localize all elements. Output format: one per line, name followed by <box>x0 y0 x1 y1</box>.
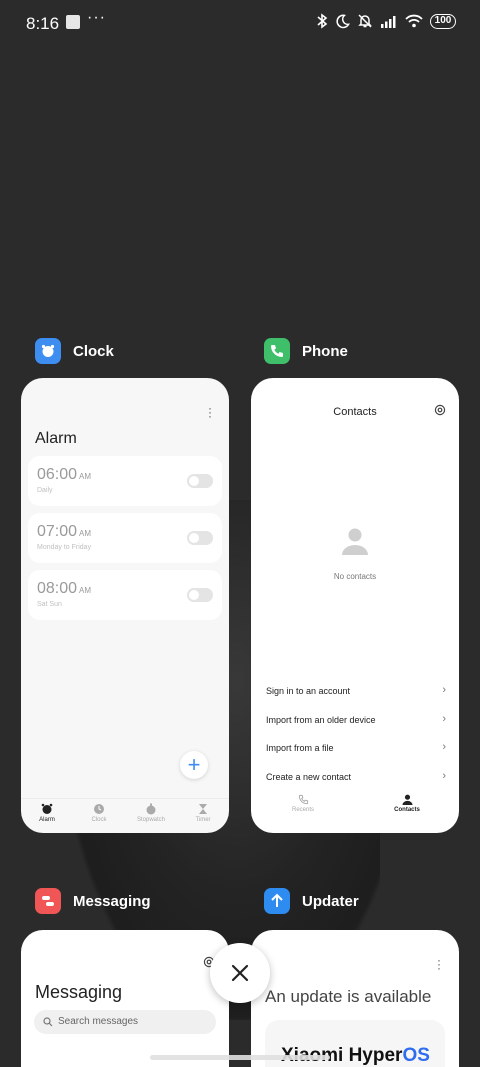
tab-label: Contacts <box>394 807 420 813</box>
settings-gear-icon[interactable] <box>434 404 446 416</box>
alarm-repeat: Sat Sun <box>37 601 62 608</box>
status-bar: 8:16 ··· 100 <box>0 0 480 48</box>
alarm-toggle[interactable] <box>187 588 213 602</box>
app-name-updater: Updater <box>302 892 359 910</box>
chevron-right-icon: › <box>442 741 446 753</box>
brand-suffix: OS <box>402 1045 430 1066</box>
alarm-row[interactable]: 07:00 AM Monday to Friday <box>28 513 222 563</box>
empty-contact-icon <box>342 528 368 555</box>
phone-bottom-tabs: Recents Contacts <box>251 794 459 833</box>
alarm-ampm: AM <box>79 472 92 481</box>
status-icons: 100 <box>316 13 456 29</box>
messaging-title: Messaging <box>35 982 123 1002</box>
clock-app-icon[interactable] <box>35 338 61 364</box>
alarm-title: Alarm <box>35 430 77 447</box>
alarm-ampm: AM <box>79 586 92 595</box>
empty-state-text: No contacts <box>333 572 377 581</box>
updater-card[interactable]: · · · An update is available Xiaomi HyperO… <box>251 930 459 1067</box>
notification-icon <box>66 15 80 29</box>
bell-muted-icon <box>358 14 372 28</box>
menu-item-sign-in[interactable]: Sign in to an account › <box>266 684 446 697</box>
tab-label: Timer <box>195 817 211 823</box>
signal-icon <box>381 16 396 28</box>
chevron-right-icon: › <box>442 713 446 725</box>
stopwatch-icon <box>146 803 156 815</box>
alarm-row[interactable]: 08:00 AM Sat Sun <box>28 570 222 620</box>
tab-label: Stopwatch <box>136 817 166 823</box>
menu-label: Import from a file <box>266 743 334 753</box>
search-messages-input[interactable]: Search messages <box>34 1010 216 1034</box>
home-indicator[interactable] <box>150 1055 330 1060</box>
tab-stopwatch[interactable]: Stopwatch <box>125 799 177 833</box>
alarm-time: 08:00 <box>37 580 78 597</box>
menu-item-import-older-device[interactable]: Import from an older device › <box>266 713 446 726</box>
messaging-card[interactable]: Messaging Search messages <box>21 930 229 1067</box>
clock-card[interactable]: · · · Alarm 06:00 AM Daily 07:00 AM Monday t… <box>21 378 229 833</box>
menu-item-import-file[interactable]: Import from a file › <box>266 741 446 754</box>
tab-alarm[interactable]: Alarm <box>21 799 73 833</box>
alarm-toggle[interactable] <box>187 474 213 488</box>
tab-label: Clock <box>91 817 107 823</box>
menu-label: Sign in to an account <box>266 686 351 696</box>
more-notifications-icon: ··· <box>87 9 106 26</box>
menu-item-create-contact[interactable]: Create a new contact › <box>266 770 446 783</box>
clear-all-button[interactable] <box>210 943 270 1003</box>
app-name-messaging: Messaging <box>73 892 151 910</box>
tab-clock[interactable]: Clock <box>73 799 125 833</box>
alarm-time: 06:00 <box>37 466 78 483</box>
alarm-repeat: Daily <box>37 487 53 494</box>
status-time: 8:16 <box>26 14 60 33</box>
more-options-icon[interactable]: · · · <box>207 402 213 422</box>
messaging-app-icon[interactable] <box>35 888 61 914</box>
app-header-updater[interactable]: Updater <box>264 888 359 914</box>
tab-recents[interactable]: Recents <box>251 794 355 833</box>
battery-indicator: 100 <box>430 13 456 29</box>
search-icon <box>43 1017 53 1027</box>
close-icon <box>231 964 249 982</box>
bluetooth-icon <box>317 13 328 29</box>
chevron-right-icon: › <box>442 770 446 782</box>
alarm-toggle[interactable] <box>187 531 213 545</box>
app-header-messaging[interactable]: Messaging <box>35 888 151 914</box>
app-header-clock[interactable]: Clock <box>35 338 114 364</box>
tab-label: Recents <box>291 807 314 813</box>
update-available-title: An update is available <box>265 987 432 1006</box>
hourglass-icon <box>199 804 207 814</box>
phone-app-icon[interactable] <box>264 338 290 364</box>
app-name-phone: Phone <box>302 342 348 360</box>
tab-label: Alarm <box>39 817 55 823</box>
alarm-icon <box>41 803 53 814</box>
updater-app-icon[interactable] <box>264 888 290 914</box>
clock-bottom-tabs: Alarm Clock Stopwatch Timer <box>21 798 229 833</box>
person-icon <box>401 794 413 805</box>
chevron-right-icon: › <box>442 684 446 696</box>
menu-label: Create a new contact <box>266 772 352 782</box>
more-options-icon[interactable]: · · · <box>436 954 442 974</box>
wifi-icon <box>405 14 423 28</box>
tab-timer[interactable]: Timer <box>177 799 229 833</box>
search-placeholder: Search messages <box>58 1016 139 1027</box>
alarm-row[interactable]: 06:00 AM Daily <box>28 456 222 506</box>
alarm-time: 07:00 <box>37 523 78 540</box>
contacts-title: Contacts <box>333 406 377 418</box>
menu-label: Import from an older device <box>266 715 376 725</box>
phone-icon <box>298 794 308 805</box>
add-alarm-button[interactable]: + <box>180 751 208 779</box>
phone-card[interactable]: Contacts No contacts Sign in to an accou… <box>251 378 459 833</box>
clock-icon <box>94 804 104 814</box>
tab-contacts[interactable]: Contacts <box>355 794 459 833</box>
moon-icon <box>336 14 350 28</box>
app-name-clock: Clock <box>73 342 114 360</box>
alarm-ampm: AM <box>79 529 92 538</box>
app-header-phone[interactable]: Phone <box>264 338 348 364</box>
alarm-repeat: Monday to Friday <box>37 544 92 551</box>
